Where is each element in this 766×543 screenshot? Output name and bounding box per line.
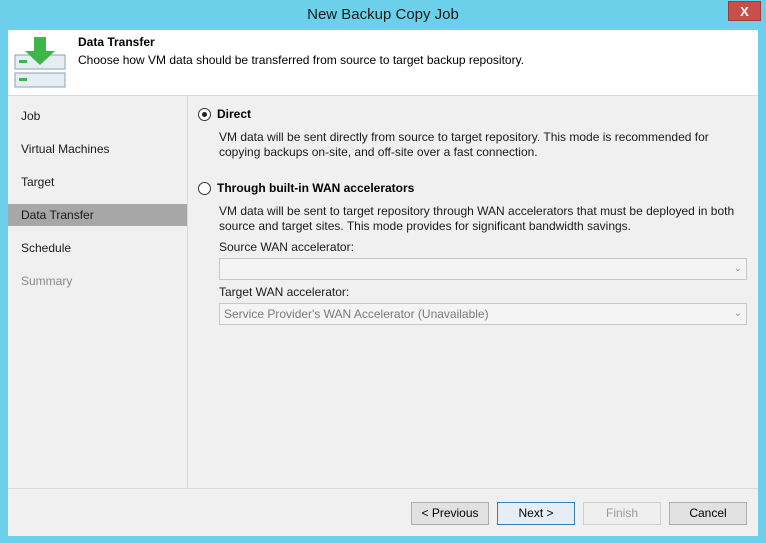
direct-description: VM data will be sent directly from sourc… bbox=[219, 130, 709, 159]
title-bar: New Backup Copy Job X bbox=[0, 0, 766, 30]
chevron-down-icon: ⌄ bbox=[733, 308, 742, 319]
wizard-steps-nav: Job Virtual Machines Target Data Transfe… bbox=[8, 96, 188, 488]
target-wan-select[interactable]: Service Provider's WAN Accelerator (Unav… bbox=[219, 303, 747, 325]
nav-step-data-transfer[interactable]: Data Transfer bbox=[8, 204, 187, 226]
nav-step-summary: Summary bbox=[21, 274, 73, 288]
wan-radio[interactable] bbox=[198, 182, 211, 195]
nav-step-virtual-machines[interactable]: Virtual Machines bbox=[8, 138, 187, 160]
next-button[interactable]: Next > bbox=[497, 502, 575, 525]
source-wan-select[interactable]: ⌄ bbox=[219, 258, 747, 280]
dialog-window: New Backup Copy Job X Data Transfer Choo… bbox=[0, 0, 766, 543]
chevron-down-icon: ⌄ bbox=[733, 263, 742, 274]
wizard-content: Direct VM data will be sent directly fro… bbox=[188, 96, 758, 488]
source-wan-label: Source WAN accelerator: bbox=[219, 240, 354, 254]
nav-step-job[interactable]: Job bbox=[8, 105, 187, 127]
previous-button[interactable]: < Previous bbox=[411, 502, 489, 525]
window-title: New Backup Copy Job bbox=[307, 6, 459, 23]
nav-step-target[interactable]: Target bbox=[8, 171, 187, 193]
page-title: Data Transfer bbox=[78, 35, 155, 49]
wan-description: VM data will be sent to target repositor… bbox=[219, 204, 735, 233]
wan-label[interactable]: Through built-in WAN accelerators bbox=[217, 181, 414, 195]
data-transfer-arrow-icon bbox=[14, 37, 66, 88]
page-description: Choose how VM data should be transferred… bbox=[78, 53, 525, 67]
target-wan-value: Service Provider's WAN Accelerator (Unav… bbox=[224, 307, 489, 321]
cancel-button[interactable]: Cancel bbox=[669, 502, 747, 525]
direct-radio[interactable] bbox=[198, 108, 211, 121]
wizard-footer: < Previous Next > Finish Cancel bbox=[8, 488, 758, 537]
nav-step-schedule[interactable]: Schedule bbox=[8, 237, 187, 259]
target-wan-label: Target WAN accelerator: bbox=[219, 285, 350, 299]
wizard-body: Job Virtual Machines Target Data Transfe… bbox=[8, 96, 758, 536]
wizard-header: Data Transfer Choose how VM data should … bbox=[8, 30, 758, 96]
direct-label[interactable]: Direct bbox=[217, 107, 251, 121]
dialog-client: Data Transfer Choose how VM data should … bbox=[8, 30, 758, 536]
finish-button: Finish bbox=[583, 502, 661, 525]
close-button[interactable]: X bbox=[728, 1, 761, 21]
